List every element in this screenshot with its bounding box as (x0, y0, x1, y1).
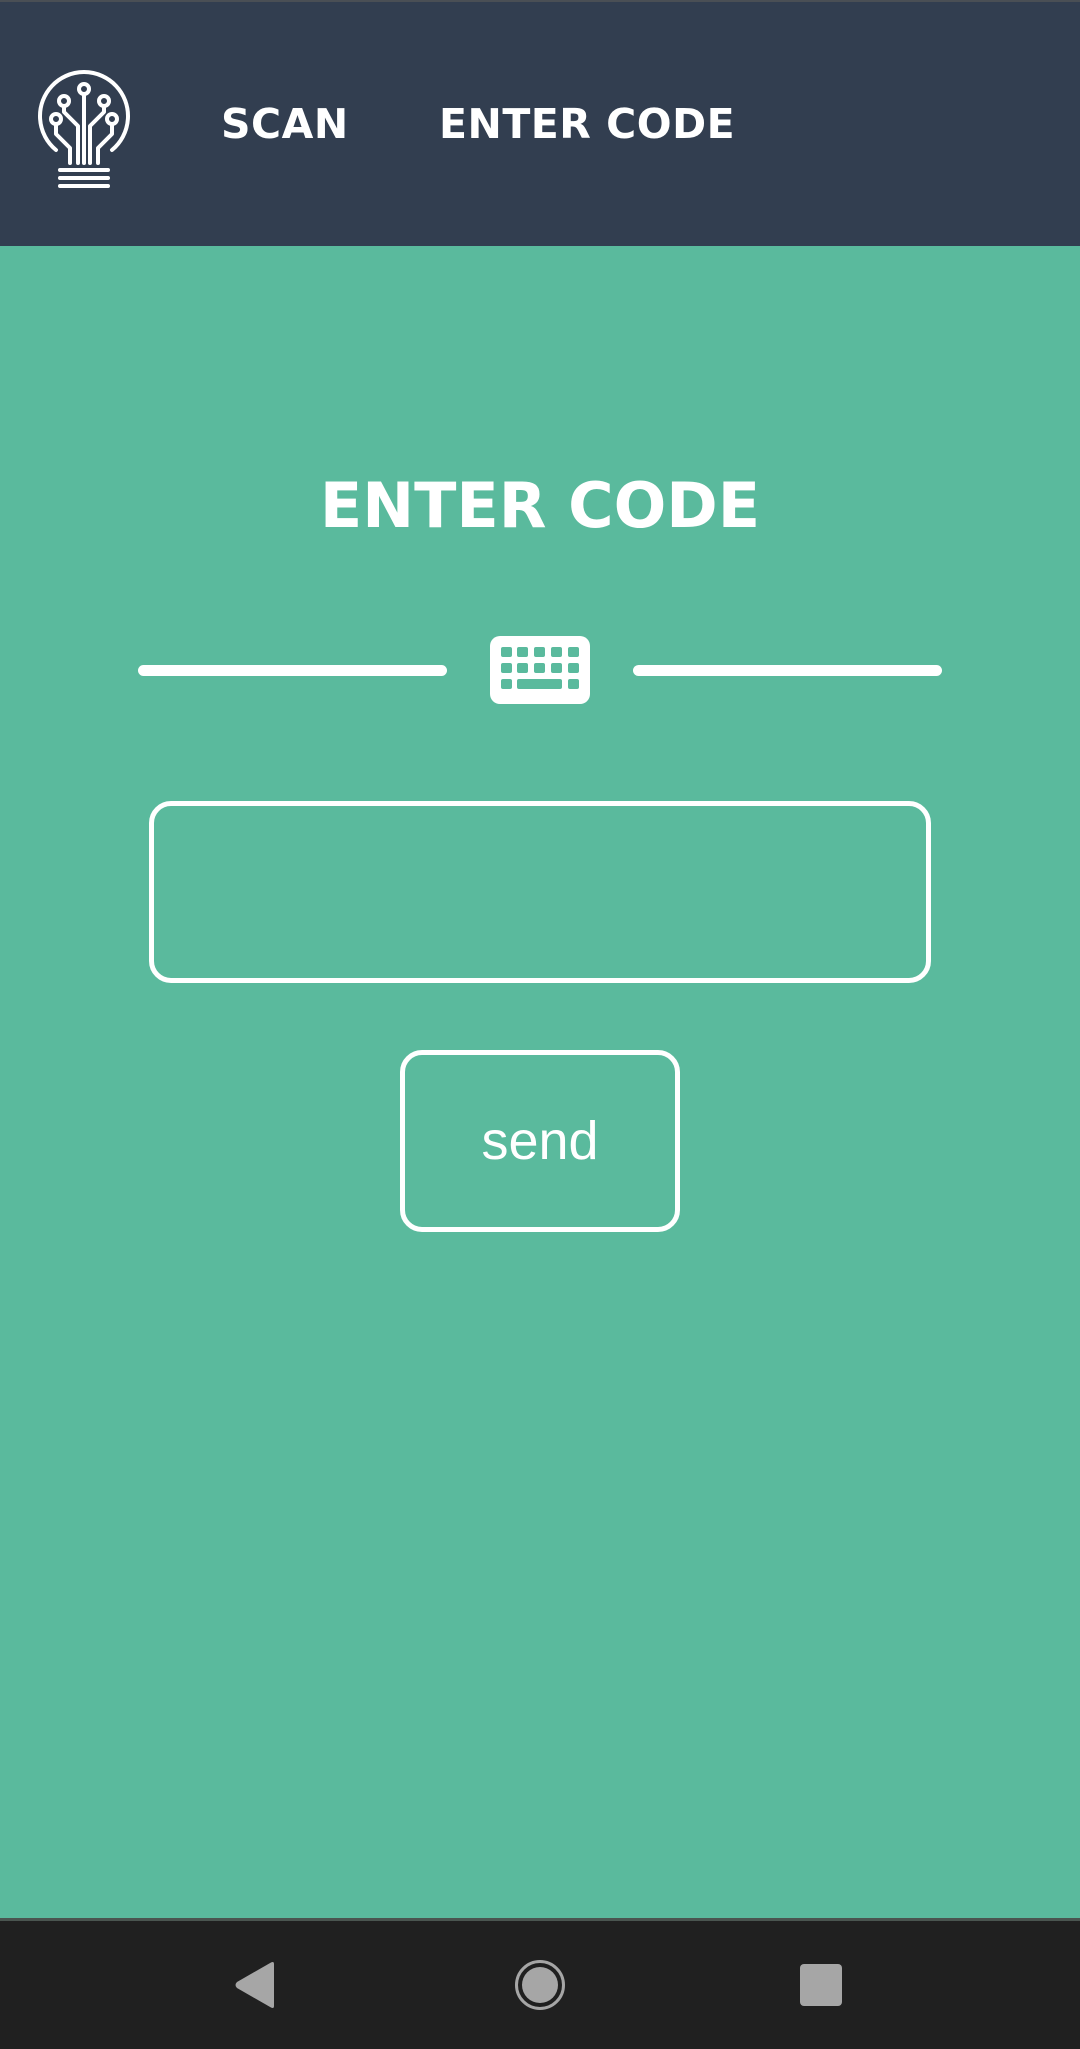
enter-code-panel: ENTER CODE send (0, 246, 1080, 1918)
nav-scan[interactable]: SCAN (221, 96, 349, 152)
home-circle-icon[interactable] (514, 1959, 566, 2011)
nav-enter-code[interactable]: ENTER CODE (439, 96, 735, 152)
divider-left (138, 665, 447, 676)
system-navigation-bar (0, 1918, 1080, 2049)
code-input[interactable] (149, 801, 931, 983)
back-triangle-icon[interactable] (234, 1961, 276, 2009)
recents-square-icon[interactable] (800, 1964, 842, 2006)
divider-right (633, 665, 942, 676)
page-title: ENTER CODE (319, 469, 761, 542)
keyboard-icon (490, 636, 590, 704)
circuit-lightbulb-icon[interactable] (34, 60, 134, 190)
app-header: SCAN ENTER CODE (0, 0, 1080, 246)
send-button[interactable]: send (400, 1050, 680, 1232)
